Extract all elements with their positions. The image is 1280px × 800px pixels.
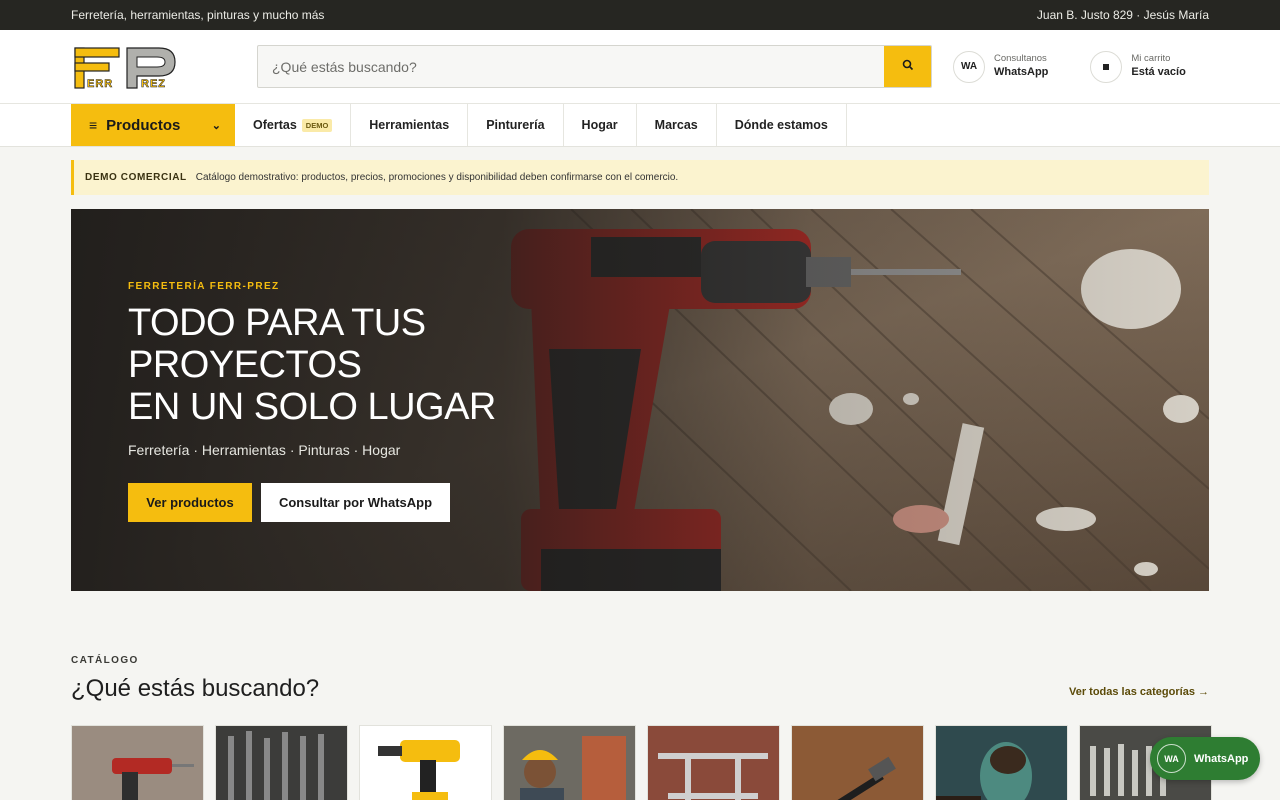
cart-icon bbox=[1090, 50, 1123, 83]
plumbing-photo bbox=[648, 726, 779, 800]
category-card[interactable] bbox=[71, 725, 204, 800]
nav-item-marcas[interactable]: Marcas bbox=[637, 104, 717, 146]
cordless-drill-photo bbox=[360, 726, 491, 800]
search-icon bbox=[902, 58, 914, 76]
chevron-down-icon: ⌄ bbox=[211, 119, 221, 132]
hero-title-line: TODO PARA TUS bbox=[128, 302, 426, 344]
nav-item-label: Dónde estamos bbox=[734, 118, 828, 132]
drill-photo bbox=[72, 726, 203, 800]
whatsapp-icon: WA bbox=[1157, 744, 1186, 773]
hero-content: FERRETERÍA FERR-PREZ TODO PARA TUS PROYE… bbox=[128, 281, 496, 522]
whatsapp-contact[interactable]: WA Consultanos WhatsApp bbox=[953, 50, 1049, 83]
whatsapp-float-label: WhatsApp bbox=[1194, 752, 1249, 765]
whatsapp-float-button[interactable]: WA WhatsApp bbox=[1150, 737, 1260, 780]
hammer-photo bbox=[792, 726, 923, 800]
store-logo[interactable]: ERR REZ bbox=[71, 45, 177, 91]
catalog-eyebrow: CATÁLOGO bbox=[71, 655, 139, 666]
category-cards bbox=[71, 725, 1212, 800]
all-categories-link[interactable]: Ver todas las categorías → bbox=[1069, 686, 1209, 698]
top-bar-address: Juan B. Justo 829 · Jesús María bbox=[1036, 8, 1209, 22]
category-card[interactable] bbox=[215, 725, 348, 800]
category-card[interactable] bbox=[791, 725, 924, 800]
cart-status: Está vacío bbox=[1131, 66, 1186, 79]
hero-banner: FERRETERÍA FERR-PREZ TODO PARA TUS PROYE… bbox=[71, 209, 1209, 591]
worker-photo bbox=[504, 726, 635, 800]
hero-title: TODO PARA TUS PROYECTOS EN UN SOLO LUGAR bbox=[128, 302, 496, 428]
notice-tag: DEMO COMERCIAL bbox=[85, 172, 187, 183]
tools-rack-photo bbox=[216, 726, 347, 800]
products-menu-label: Productos bbox=[106, 116, 181, 134]
nav-item-label: Marcas bbox=[654, 118, 698, 132]
nav-item-pintureria[interactable]: Pinturería bbox=[468, 104, 564, 146]
top-bar-tagline: Ferretería, herramientas, pinturas y muc… bbox=[71, 8, 325, 22]
catalog-header: CATÁLOGO ¿Qué estás buscando? Ver todas … bbox=[71, 655, 1209, 703]
svg-text:ERR: ERR bbox=[87, 78, 113, 90]
category-card[interactable] bbox=[935, 725, 1068, 800]
whatsapp-consult-button[interactable]: Consultar por WhatsApp bbox=[261, 483, 450, 522]
catalog-title: ¿Qué estás buscando? bbox=[71, 675, 320, 702]
nav-item-ofertas[interactable]: Ofertas DEMO bbox=[235, 104, 352, 146]
garden-photo bbox=[936, 726, 1067, 800]
search-bar bbox=[257, 45, 932, 88]
contact-value: WhatsApp bbox=[994, 66, 1049, 79]
nav-item-donde-estamos[interactable]: Dónde estamos bbox=[717, 104, 847, 146]
search-button[interactable] bbox=[884, 46, 931, 87]
svg-text:REZ: REZ bbox=[141, 78, 166, 90]
top-bar: Ferretería, herramientas, pinturas y muc… bbox=[0, 0, 1280, 30]
contact-label: Consultanos bbox=[994, 52, 1047, 64]
notice-text: Catálogo demostrativo: productos, precio… bbox=[195, 172, 679, 183]
cart-button[interactable]: Mi carrito Está vacío bbox=[1090, 50, 1186, 83]
nav-item-label: Hogar bbox=[581, 118, 618, 132]
nav-item-label: Ofertas bbox=[253, 118, 297, 132]
menu-icon: ≡ bbox=[89, 117, 98, 133]
search-input[interactable] bbox=[258, 46, 884, 87]
whatsapp-badge: WA bbox=[953, 50, 985, 83]
nav-item-herramientas[interactable]: Herramientas bbox=[351, 104, 469, 146]
category-card[interactable] bbox=[503, 725, 636, 800]
hero-eyebrow: FERRETERÍA FERR-PREZ bbox=[128, 281, 280, 292]
nav-item-label: Pinturería bbox=[486, 118, 545, 132]
view-products-button[interactable]: Ver productos bbox=[128, 483, 252, 522]
header: ERR REZ WA Consultanos WhatsApp Mi carri… bbox=[0, 30, 1280, 104]
nav-item-hogar[interactable]: Hogar bbox=[564, 104, 637, 146]
hero-title-line: PROYECTOS bbox=[128, 344, 362, 386]
main-nav: ≡ Productos ⌄ Ofertas DEMO Herramientas … bbox=[0, 104, 1280, 147]
category-card[interactable] bbox=[359, 725, 492, 800]
demo-notice: DEMO COMERCIAL Catálogo demostrativo: pr… bbox=[71, 160, 1209, 195]
cart-label: Mi carrito bbox=[1131, 52, 1171, 64]
products-menu-button[interactable]: ≡ Productos ⌄ bbox=[71, 104, 235, 146]
category-card[interactable] bbox=[647, 725, 780, 800]
nav-item-label: Herramientas bbox=[369, 118, 450, 132]
hero-title-line: EN UN SOLO LUGAR bbox=[128, 386, 496, 428]
demo-badge: DEMO bbox=[301, 118, 333, 132]
hero-subtitle: Ferretería · Herramientas · Pinturas · H… bbox=[128, 442, 401, 458]
